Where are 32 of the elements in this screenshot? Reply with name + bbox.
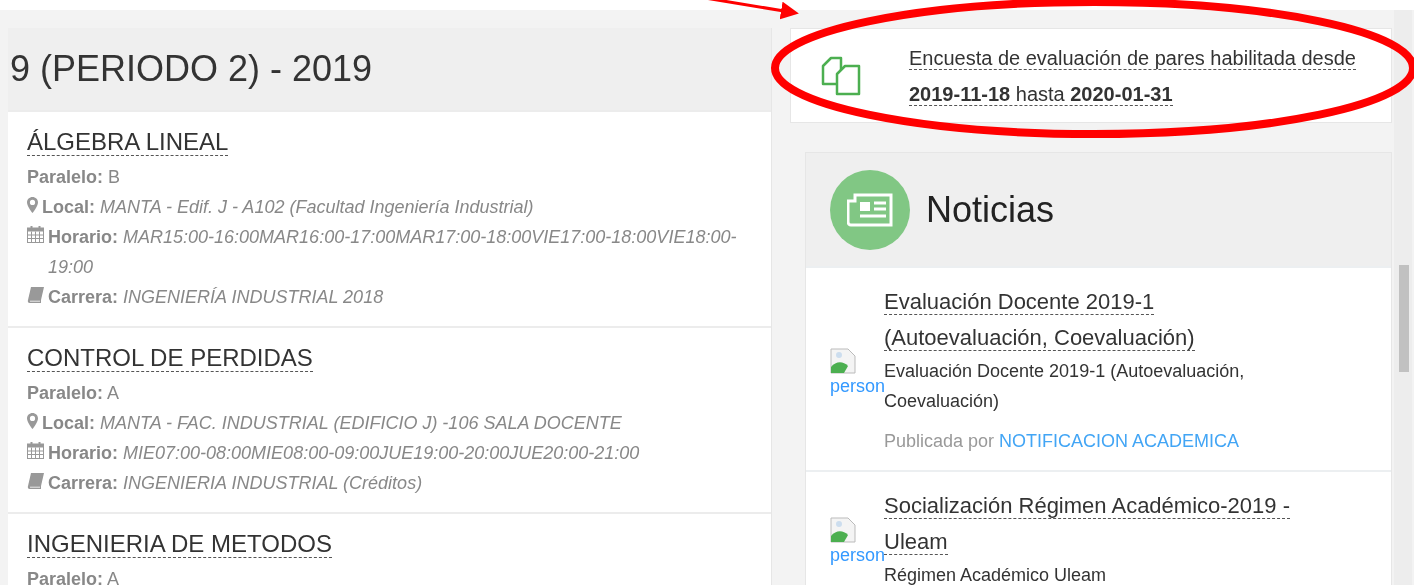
map-pin-icon [27,197,38,213]
news-title[interactable]: Evaluación Docente 2019-1 (Autoevaluación, Coevaluación) [884,284,1324,356]
calendar-icon [27,226,44,243]
course-detail: Paralelo: A [27,382,120,405]
copy-documents-icon [821,55,863,96]
course-detail: Local: MANTA - Edif. J - A102 (Facultad Ingeniería Industrial) [42,196,534,219]
book-icon [27,287,44,303]
survey-text[interactable]: Encuesta de evaluación de pares habilitada desde 2019-11-18 hasta 2020-01-31 [909,39,1364,112]
course-detail: Carrera: INGENIERÍA INDUSTRIAL 2018 [48,286,384,309]
course-title[interactable]: CONTROL DE PERDIDAS [27,344,313,372]
book-icon [27,473,44,489]
broken-image-icon [830,517,856,543]
news-title[interactable]: Socialización Régimen Académico-2019 - Uleam [884,488,1324,560]
course-detail: Local: MANTA - FAC. INDUSTRIAL (EDIFICIO J) -106 SALA DOCENTE [42,412,622,435]
course-detail: Paralelo: B [27,166,121,189]
calendar-icon [27,442,44,459]
scrollbar[interactable] [1394,10,1412,585]
image-alt-text: person [830,376,886,396]
news-heading: Noticias [926,187,1055,232]
image-alt-text: person [830,545,886,567]
course-title[interactable]: ÁLGEBRA LINEAL [27,128,229,156]
period-title: 9 (PERIODO 2) - 2019 [10,47,373,91]
course-detail: Horario: MAR15:00-16:00MAR16:00-17:00MAR17:00-18:00VIE17:00-18:00VIE18:00-19:00 [48,226,738,279]
news-summary: Evaluación Docente 2019-1 (Autoevaluación, Coevaluación) [884,360,1246,413]
course-detail: Carrera: INGENIERIA INDUSTRIAL (Créditos) [48,472,423,495]
broken-image-icon [830,348,856,374]
published-label: Publicada por [884,431,995,451]
news-summary: Régimen Académico Uleam [884,565,1108,585]
course-title[interactable]: INGENIERIA DE METODOS [27,530,332,558]
course-detail: Paralelo: A [27,568,120,585]
course-detail: Horario: MIE07:00-08:00MIE08:00-09:00JUE19:00-20:00JUE20:00-21:00 [48,442,640,465]
map-pin-icon [27,413,38,429]
